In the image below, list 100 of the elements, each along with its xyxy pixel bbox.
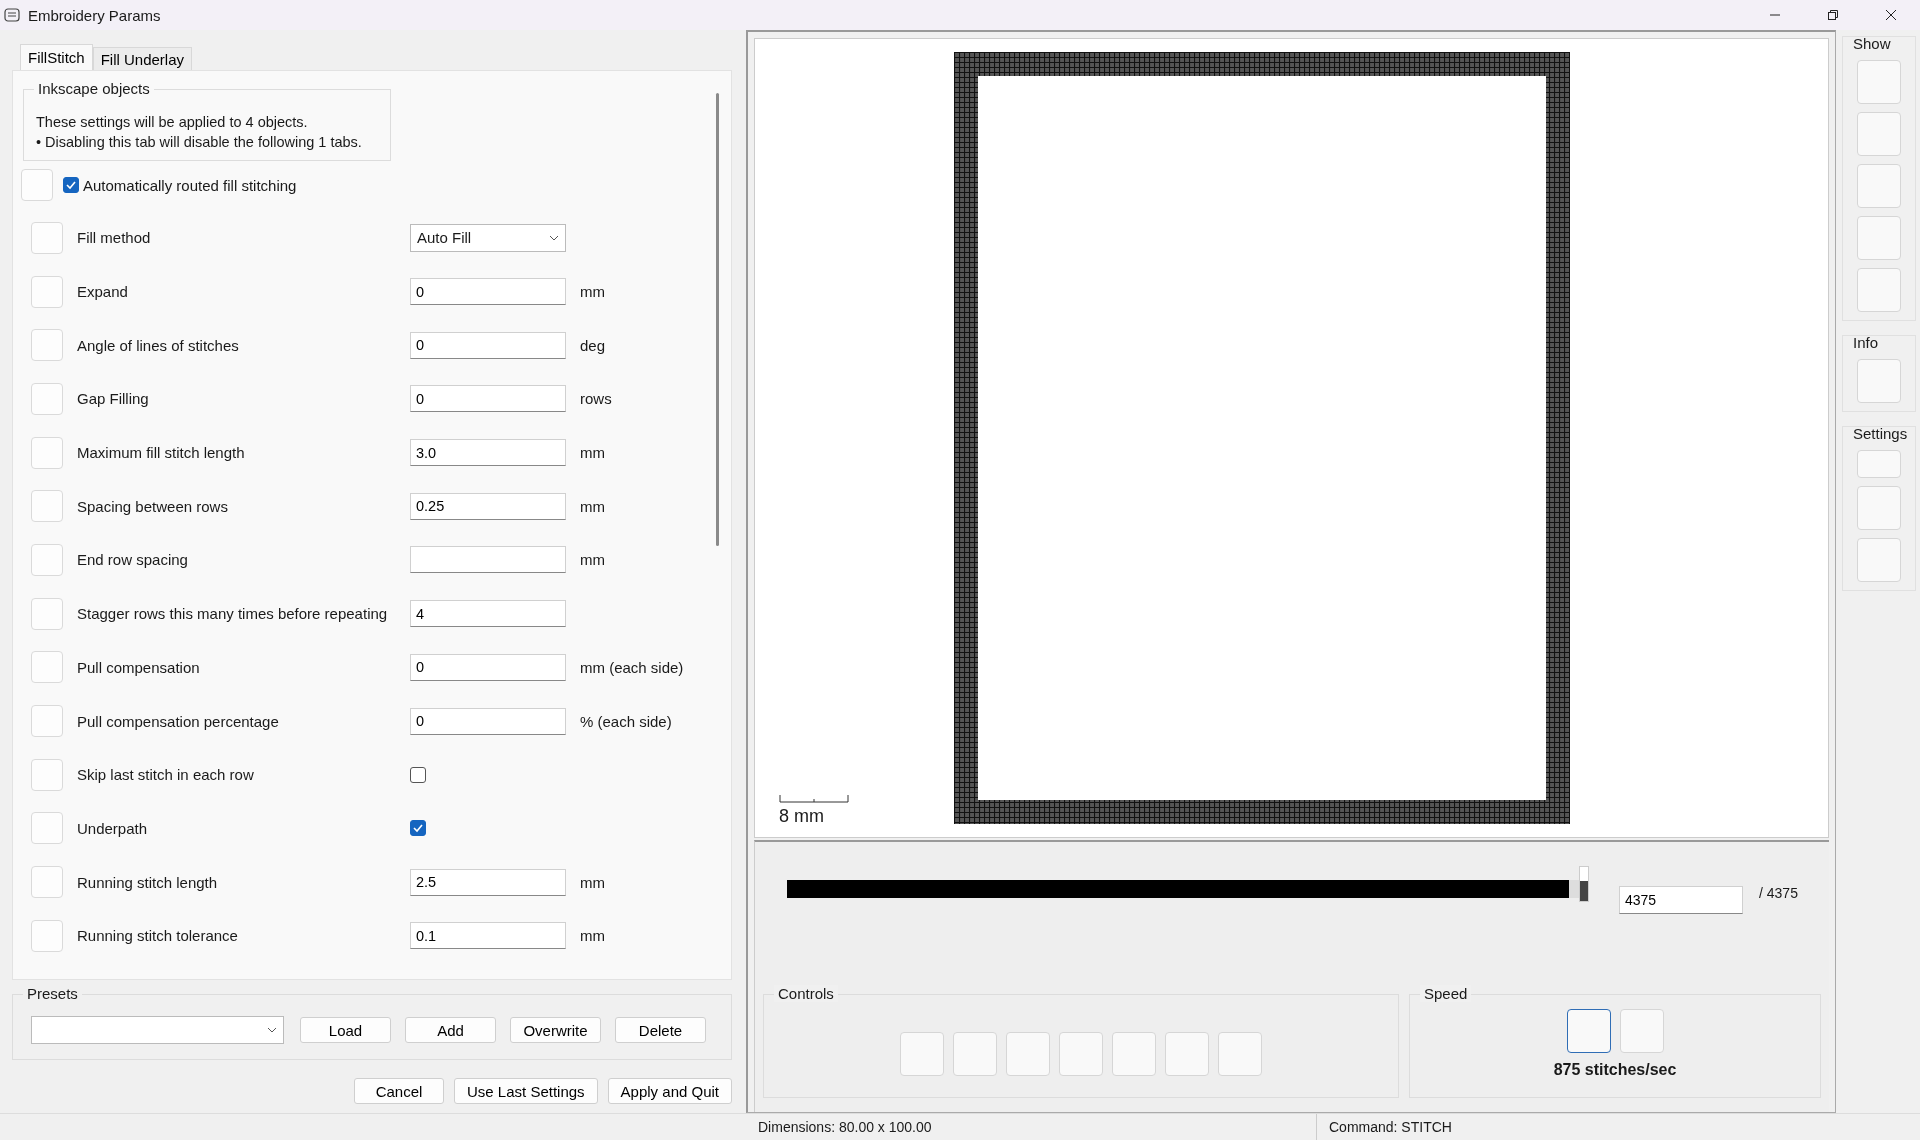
input-field[interactable]: 0: [410, 707, 566, 735]
toolbar-button[interactable]: [1857, 164, 1901, 208]
preset-button[interactable]: Overwrite: [510, 1017, 601, 1043]
control-button[interactable]: [900, 1032, 944, 1076]
slider-thumb[interactable]: [1579, 866, 1589, 902]
info-text: These settings will be applied to 4 objects.: [36, 113, 309, 132]
unit-label: mm: [580, 444, 605, 462]
param-label: Spacing between rows: [76, 497, 229, 515]
scale-label: 8 mm: [779, 806, 825, 827]
toolbar-button[interactable]: [1857, 486, 1901, 530]
toggle-button[interactable]: [31, 651, 63, 684]
preset-button[interactable]: Add: [405, 1017, 496, 1043]
param-label: Pull compensation: [76, 658, 201, 676]
toolbar-button[interactable]: [1857, 538, 1901, 582]
unit-label: % (each side): [580, 712, 672, 730]
param-label: Expand: [76, 283, 129, 301]
checkbox[interactable]: [63, 177, 79, 193]
checkbox[interactable]: [410, 766, 426, 783]
window-title: Embroidery Params: [28, 6, 161, 24]
unit-label: deg: [580, 336, 606, 354]
toggle-button[interactable]: [31, 329, 63, 362]
group-title: Show: [1853, 35, 1891, 52]
preset-button[interactable]: Delete: [615, 1017, 706, 1043]
toggle-button[interactable]: [31, 758, 63, 791]
toggle-button[interactable]: [31, 221, 63, 254]
control-button[interactable]: [1006, 1032, 1050, 1076]
unit-label: mm: [580, 927, 605, 945]
control-button[interactable]: [953, 1032, 997, 1076]
toggle-button[interactable]: [31, 919, 63, 952]
stitch-slider[interactable]: [787, 866, 1589, 902]
param-label: Running stitch tolerance: [76, 927, 239, 945]
unit-label: mm: [580, 283, 605, 301]
dialog-button[interactable]: Use Last Settings: [454, 1078, 598, 1104]
checkmark-icon: [65, 179, 77, 191]
group-title: Controls: [774, 985, 838, 1002]
toggle-button[interactable]: [31, 382, 63, 415]
toggle-button[interactable]: [31, 705, 63, 738]
status-text: Command: STITCH: [1328, 1119, 1452, 1135]
info-text: • Disabling this tab will disable the following 1 tabs.: [36, 133, 363, 152]
param-label: Stagger rows this many times before repeating: [76, 605, 389, 623]
input-field[interactable]: 0: [410, 278, 566, 306]
toolbar-button[interactable]: [1857, 268, 1901, 312]
restore-icon: [1827, 9, 1839, 21]
toggle-button[interactable]: [31, 436, 63, 469]
input-field[interactable]: 0.1: [410, 922, 566, 950]
input-field[interactable]: [410, 546, 566, 574]
input-field[interactable]: 2.5: [410, 868, 566, 896]
input-field[interactable]: 3.0: [410, 439, 566, 467]
preset-dropdown[interactable]: [31, 1016, 284, 1044]
param-label: Pull compensation percentage: [76, 712, 280, 730]
toolbar-button[interactable]: [1857, 216, 1901, 260]
control-button[interactable]: [1218, 1032, 1262, 1076]
param-label: Maximum fill stitch length: [76, 444, 246, 462]
unit-label: mm: [580, 551, 605, 569]
group-title: Info: [1853, 334, 1879, 351]
checkbox[interactable]: [410, 820, 426, 837]
speed-reading: 875 stitches/sec: [1553, 1061, 1677, 1079]
chevron-down-icon: [267, 1027, 277, 1033]
control-button[interactable]: [1059, 1032, 1103, 1076]
group-title: Settings: [1853, 425, 1908, 442]
toggle-button[interactable]: [31, 490, 63, 523]
group-title: Inkscape objects: [34, 80, 154, 97]
stitch-number-field[interactable]: 4375: [1619, 886, 1743, 914]
dialog-button[interactable]: Cancel: [354, 1078, 445, 1104]
input-field[interactable]: 0: [410, 653, 566, 681]
scrollbar-thumb[interactable]: [716, 93, 719, 546]
speed-button[interactable]: [1566, 1009, 1611, 1053]
input-field[interactable]: 0: [410, 331, 566, 359]
unit-label: mm (each side): [580, 658, 684, 676]
toggle-button[interactable]: [21, 169, 53, 201]
param-label: End row spacing: [76, 551, 189, 569]
input-field[interactable]: 4: [410, 600, 566, 628]
scale-bar-icon: [779, 795, 849, 803]
input-field[interactable]: 0.25: [410, 492, 566, 520]
toggle-button[interactable]: [31, 543, 63, 576]
tab[interactable]: FillStitch: [20, 44, 93, 70]
toolbar-button[interactable]: [1857, 60, 1901, 104]
toolbar-button[interactable]: [1857, 359, 1901, 403]
app-icon: [4, 7, 20, 23]
dialog-button[interactable]: Apply and Quit: [607, 1078, 732, 1104]
toggle-button[interactable]: [31, 597, 63, 630]
param-label: Gap Filling: [76, 390, 150, 408]
control-button[interactable]: [1165, 1032, 1209, 1076]
chevron-down-icon: [549, 234, 559, 241]
toolbar-button[interactable]: [1857, 112, 1901, 156]
tab[interactable]: Fill Underlay: [92, 47, 193, 70]
option-label: Automatically routed fill stitching: [83, 176, 297, 194]
toggle-button[interactable]: [31, 866, 63, 899]
checkmark-icon: [412, 822, 424, 835]
control-button[interactable]: [1112, 1032, 1156, 1076]
preset-button[interactable]: Load: [300, 1017, 391, 1043]
param-label: Underpath: [76, 819, 149, 837]
input-field[interactable]: 0: [410, 385, 566, 413]
toggle-button[interactable]: [31, 812, 63, 845]
dropdown[interactable]: Auto Fill: [410, 223, 566, 252]
unit-label: mm: [580, 873, 605, 891]
status-text: Dimensions: 80.00 x 100.00: [752, 1114, 1317, 1140]
toggle-button[interactable]: [31, 275, 63, 308]
unit-label: mm: [580, 497, 605, 515]
toolbar-button[interactable]: [1857, 450, 1901, 478]
